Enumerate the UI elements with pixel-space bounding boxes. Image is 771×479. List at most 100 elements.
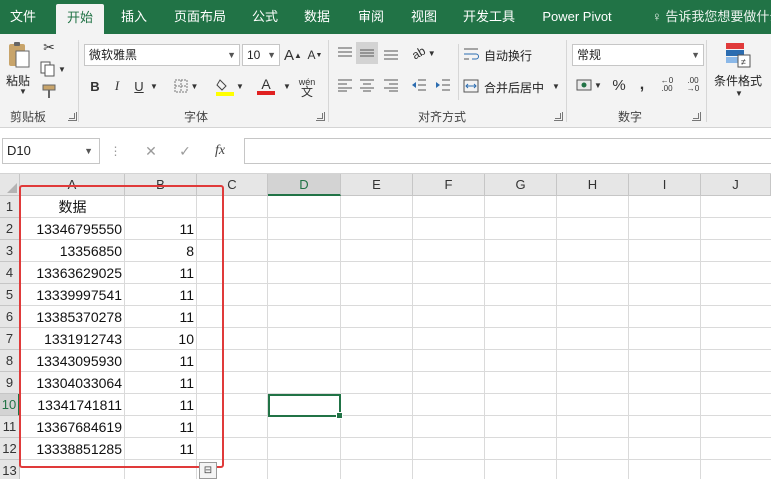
row-header-11[interactable]: 11 — [0, 416, 20, 438]
worksheet-grid[interactable]: A B C D E F G H I J 1 2 3 4 5 6 7 8 9 10… — [0, 174, 771, 479]
decrease-decimal-icon[interactable]: .00 →0 — [682, 74, 704, 96]
tab-review[interactable]: 审阅 — [348, 0, 394, 34]
alignment-group-label: 对齐方式 — [418, 110, 467, 124]
conditional-dropdown-icon[interactable]: ▼ — [734, 88, 744, 98]
chevron-down-icon: ▼ — [267, 50, 276, 60]
cut-icon[interactable]: ✂ — [40, 38, 58, 56]
merge-center-icon[interactable] — [462, 76, 480, 96]
align-center-icon[interactable] — [356, 74, 378, 96]
active-cell-d10[interactable] — [268, 394, 343, 419]
tab-page-layout[interactable]: 页面布局 — [166, 0, 234, 34]
group-separator — [566, 40, 567, 122]
fill-color-icon[interactable]: ▼ — [214, 74, 246, 98]
formula-bar-grip-icon: ⋮ — [109, 144, 122, 158]
tab-view[interactable]: 视图 — [402, 0, 446, 34]
formula-bar: D10 ▼ ⋮ ✕ ✓ fx — [0, 128, 771, 174]
accounting-format-icon[interactable]: ▼ — [574, 74, 604, 96]
number-launcher-icon[interactable] — [692, 112, 701, 121]
paste-dropdown-icon[interactable]: ▼ — [18, 86, 28, 96]
confirm-entry-icon[interactable]: ✓ — [172, 138, 198, 164]
decrease-font-icon[interactable]: A ▼ — [306, 44, 324, 66]
font-color-dropdown-icon[interactable]: ▼ — [282, 80, 292, 92]
borders-icon[interactable]: ▼ — [172, 76, 200, 96]
conditional-formatting-label[interactable]: 条件格式 — [714, 72, 762, 89]
column-header-i[interactable]: I — [629, 174, 701, 196]
percent-icon[interactable]: % — [608, 74, 630, 96]
wrap-text-label[interactable]: 自动换行 — [484, 47, 532, 64]
cancel-entry-icon[interactable]: ✕ — [138, 138, 164, 164]
increase-decimal-icon[interactable]: ←0.00 — [656, 74, 678, 96]
quick-analysis-icon[interactable]: ⊟ — [199, 462, 217, 479]
row-header-12[interactable]: 12 — [0, 438, 20, 460]
copy-icon[interactable]: ▼ — [40, 60, 66, 78]
tab-home[interactable]: 开始 — [56, 4, 104, 34]
align-bottom-icon[interactable] — [380, 42, 402, 64]
column-header-h[interactable]: H — [557, 174, 629, 196]
increase-font-icon[interactable]: A ▲ — [284, 44, 302, 66]
tab-insert[interactable]: 插入 — [112, 0, 156, 34]
alignment-launcher-icon[interactable] — [554, 112, 563, 121]
comma-style-icon[interactable]: , — [632, 74, 652, 96]
chevron-down-icon: ▼ — [227, 50, 236, 60]
increase-indent-icon[interactable] — [432, 74, 454, 96]
row-header-4[interactable]: 4 — [0, 262, 20, 284]
row-header-10[interactable]: 10 — [0, 394, 20, 416]
font-color-icon[interactable]: A — [250, 74, 282, 98]
clipboard-launcher-icon[interactable] — [68, 112, 77, 121]
italic-button[interactable]: I — [108, 76, 126, 96]
tab-power-pivot[interactable]: Power Pivot — [532, 0, 622, 34]
ribbon-home: 粘贴 ▼ ✂ ▼ 剪贴板 微软雅黑 ▼ 10 ▼ A ▲ A ▼ B I U ▼ ▼ ▼… — [0, 34, 771, 128]
orientation-icon[interactable]: ab ▼ — [408, 42, 440, 64]
group-separator — [458, 44, 459, 100]
row-header-3[interactable]: 3 — [0, 240, 20, 262]
row-header-6[interactable]: 6 — [0, 306, 20, 328]
column-header-f[interactable]: F — [413, 174, 485, 196]
row-header-8[interactable]: 8 — [0, 350, 20, 372]
align-middle-icon[interactable] — [356, 42, 378, 64]
tab-formulas[interactable]: 公式 — [244, 0, 286, 34]
align-top-icon[interactable] — [334, 42, 356, 64]
tab-developer[interactable]: 开发工具 — [456, 0, 522, 34]
clipboard-group-label: 剪贴板 — [10, 110, 47, 124]
highlight-box — [19, 185, 224, 468]
row-header-7[interactable]: 7 — [0, 328, 20, 350]
decrease-indent-icon[interactable] — [408, 74, 430, 96]
formula-input[interactable] — [244, 138, 771, 164]
wrap-text-icon[interactable] — [462, 44, 480, 64]
format-painter-icon[interactable] — [40, 82, 58, 100]
font-group-label: 字体 — [184, 110, 209, 124]
paste-icon[interactable] — [6, 40, 32, 70]
underline-dropdown-icon[interactable]: ▼ — [148, 80, 160, 92]
row-header-9[interactable]: 9 — [0, 372, 20, 394]
name-box[interactable]: D10 ▼ — [2, 138, 100, 164]
ribbon-tab-bar: 文件 开始 插入 页面布局 公式 数据 审阅 视图 开发工具 Power Piv… — [0, 0, 771, 34]
conditional-formatting-icon[interactable]: ≠ — [722, 40, 754, 70]
column-header-d[interactable]: D — [268, 174, 341, 196]
row-header-2[interactable]: 2 — [0, 218, 20, 240]
font-launcher-icon[interactable] — [316, 112, 325, 121]
number-format-combo[interactable]: 常规 ▼ — [572, 44, 704, 66]
row-header-5[interactable]: 5 — [0, 284, 20, 306]
underline-button[interactable]: U — [130, 76, 148, 96]
merge-center-label[interactable]: 合并后居中 — [484, 79, 544, 96]
row-header-13[interactable]: 13 — [0, 460, 20, 479]
group-separator — [78, 40, 79, 122]
column-header-e[interactable]: E — [341, 174, 413, 196]
tab-file[interactable]: 文件 — [0, 0, 46, 34]
select-all-corner[interactable] — [0, 174, 20, 196]
insert-function-icon[interactable]: fx — [206, 138, 234, 164]
font-name-combo[interactable]: 微软雅黑 ▼ — [84, 44, 240, 66]
lightbulb-icon: ♀ — [652, 9, 666, 24]
column-header-g[interactable]: G — [485, 174, 557, 196]
tell-me-box[interactable]: ♀ 告诉我您想要做什么... — [652, 0, 771, 34]
chevron-down-icon: ▼ — [691, 50, 700, 60]
align-right-icon[interactable] — [380, 74, 402, 96]
bold-button[interactable]: B — [86, 76, 104, 96]
align-left-icon[interactable] — [334, 74, 356, 96]
row-header-1[interactable]: 1 — [0, 196, 20, 218]
tab-data[interactable]: 数据 — [296, 0, 338, 34]
phonetic-guide-icon[interactable]: wén 文 — [294, 74, 320, 100]
font-size-combo[interactable]: 10 ▼ — [242, 44, 280, 66]
column-header-j[interactable]: J — [701, 174, 771, 196]
merge-dropdown-icon[interactable]: ▼ — [550, 80, 562, 92]
